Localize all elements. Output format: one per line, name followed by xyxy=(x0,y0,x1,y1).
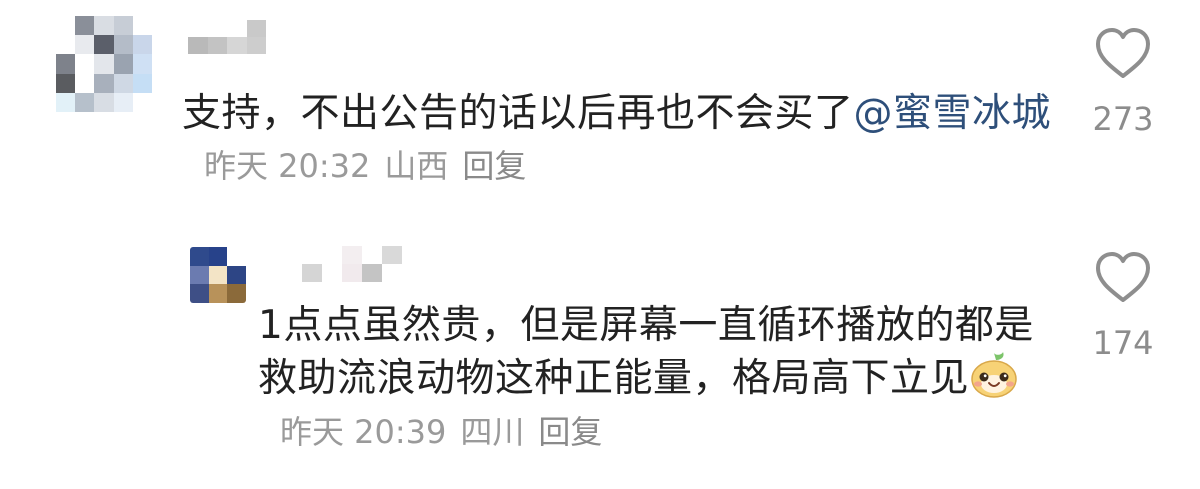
like-count: 273 xyxy=(1092,100,1154,138)
username-blurred[interactable] xyxy=(282,246,402,282)
comment-text: 支持，不出公告的话以后再也不会买了 xyxy=(182,91,854,136)
like-count: 174 xyxy=(1092,324,1154,362)
avatar[interactable] xyxy=(56,16,152,112)
mention-link[interactable]: @蜜雪冰城 xyxy=(854,91,1052,136)
heart-outline-icon[interactable] xyxy=(1094,26,1152,80)
avatar[interactable] xyxy=(190,247,246,303)
reply-meta: 昨天 20:39 四川 回复 xyxy=(280,413,616,451)
reply-button[interactable]: 回复 xyxy=(462,147,526,185)
comment-meta: 昨天 20:32 山西 回复 xyxy=(204,147,540,185)
comment-location: 山西 xyxy=(384,147,449,186)
reply-time: 昨天 20:39 xyxy=(280,412,447,451)
comment-body: 支持，不出公告的话以后再也不会买了@蜜雪冰城昨天 20:32 山西 回复 xyxy=(182,88,1062,191)
reply-text: 1点点虽然贵，但是屏幕一直循环播放的都是救助流浪动物这种正能量，格局高下立见 xyxy=(258,303,1034,402)
heart-outline-icon[interactable] xyxy=(1094,250,1152,304)
like-button[interactable]: 273 xyxy=(1068,26,1178,138)
like-button[interactable]: 174 xyxy=(1068,250,1178,362)
reply-body: 1点点虽然贵，但是屏幕一直循环播放的都是救助流浪动物这种正能量，格局高下立见 昨… xyxy=(258,300,1048,456)
comment-time: 昨天 20:32 xyxy=(204,147,371,186)
smiling-blob-emoji xyxy=(971,352,1017,399)
reply-location: 四川 xyxy=(460,412,525,451)
username-blurred[interactable] xyxy=(188,20,266,54)
reply-button[interactable]: 回复 xyxy=(538,413,602,451)
